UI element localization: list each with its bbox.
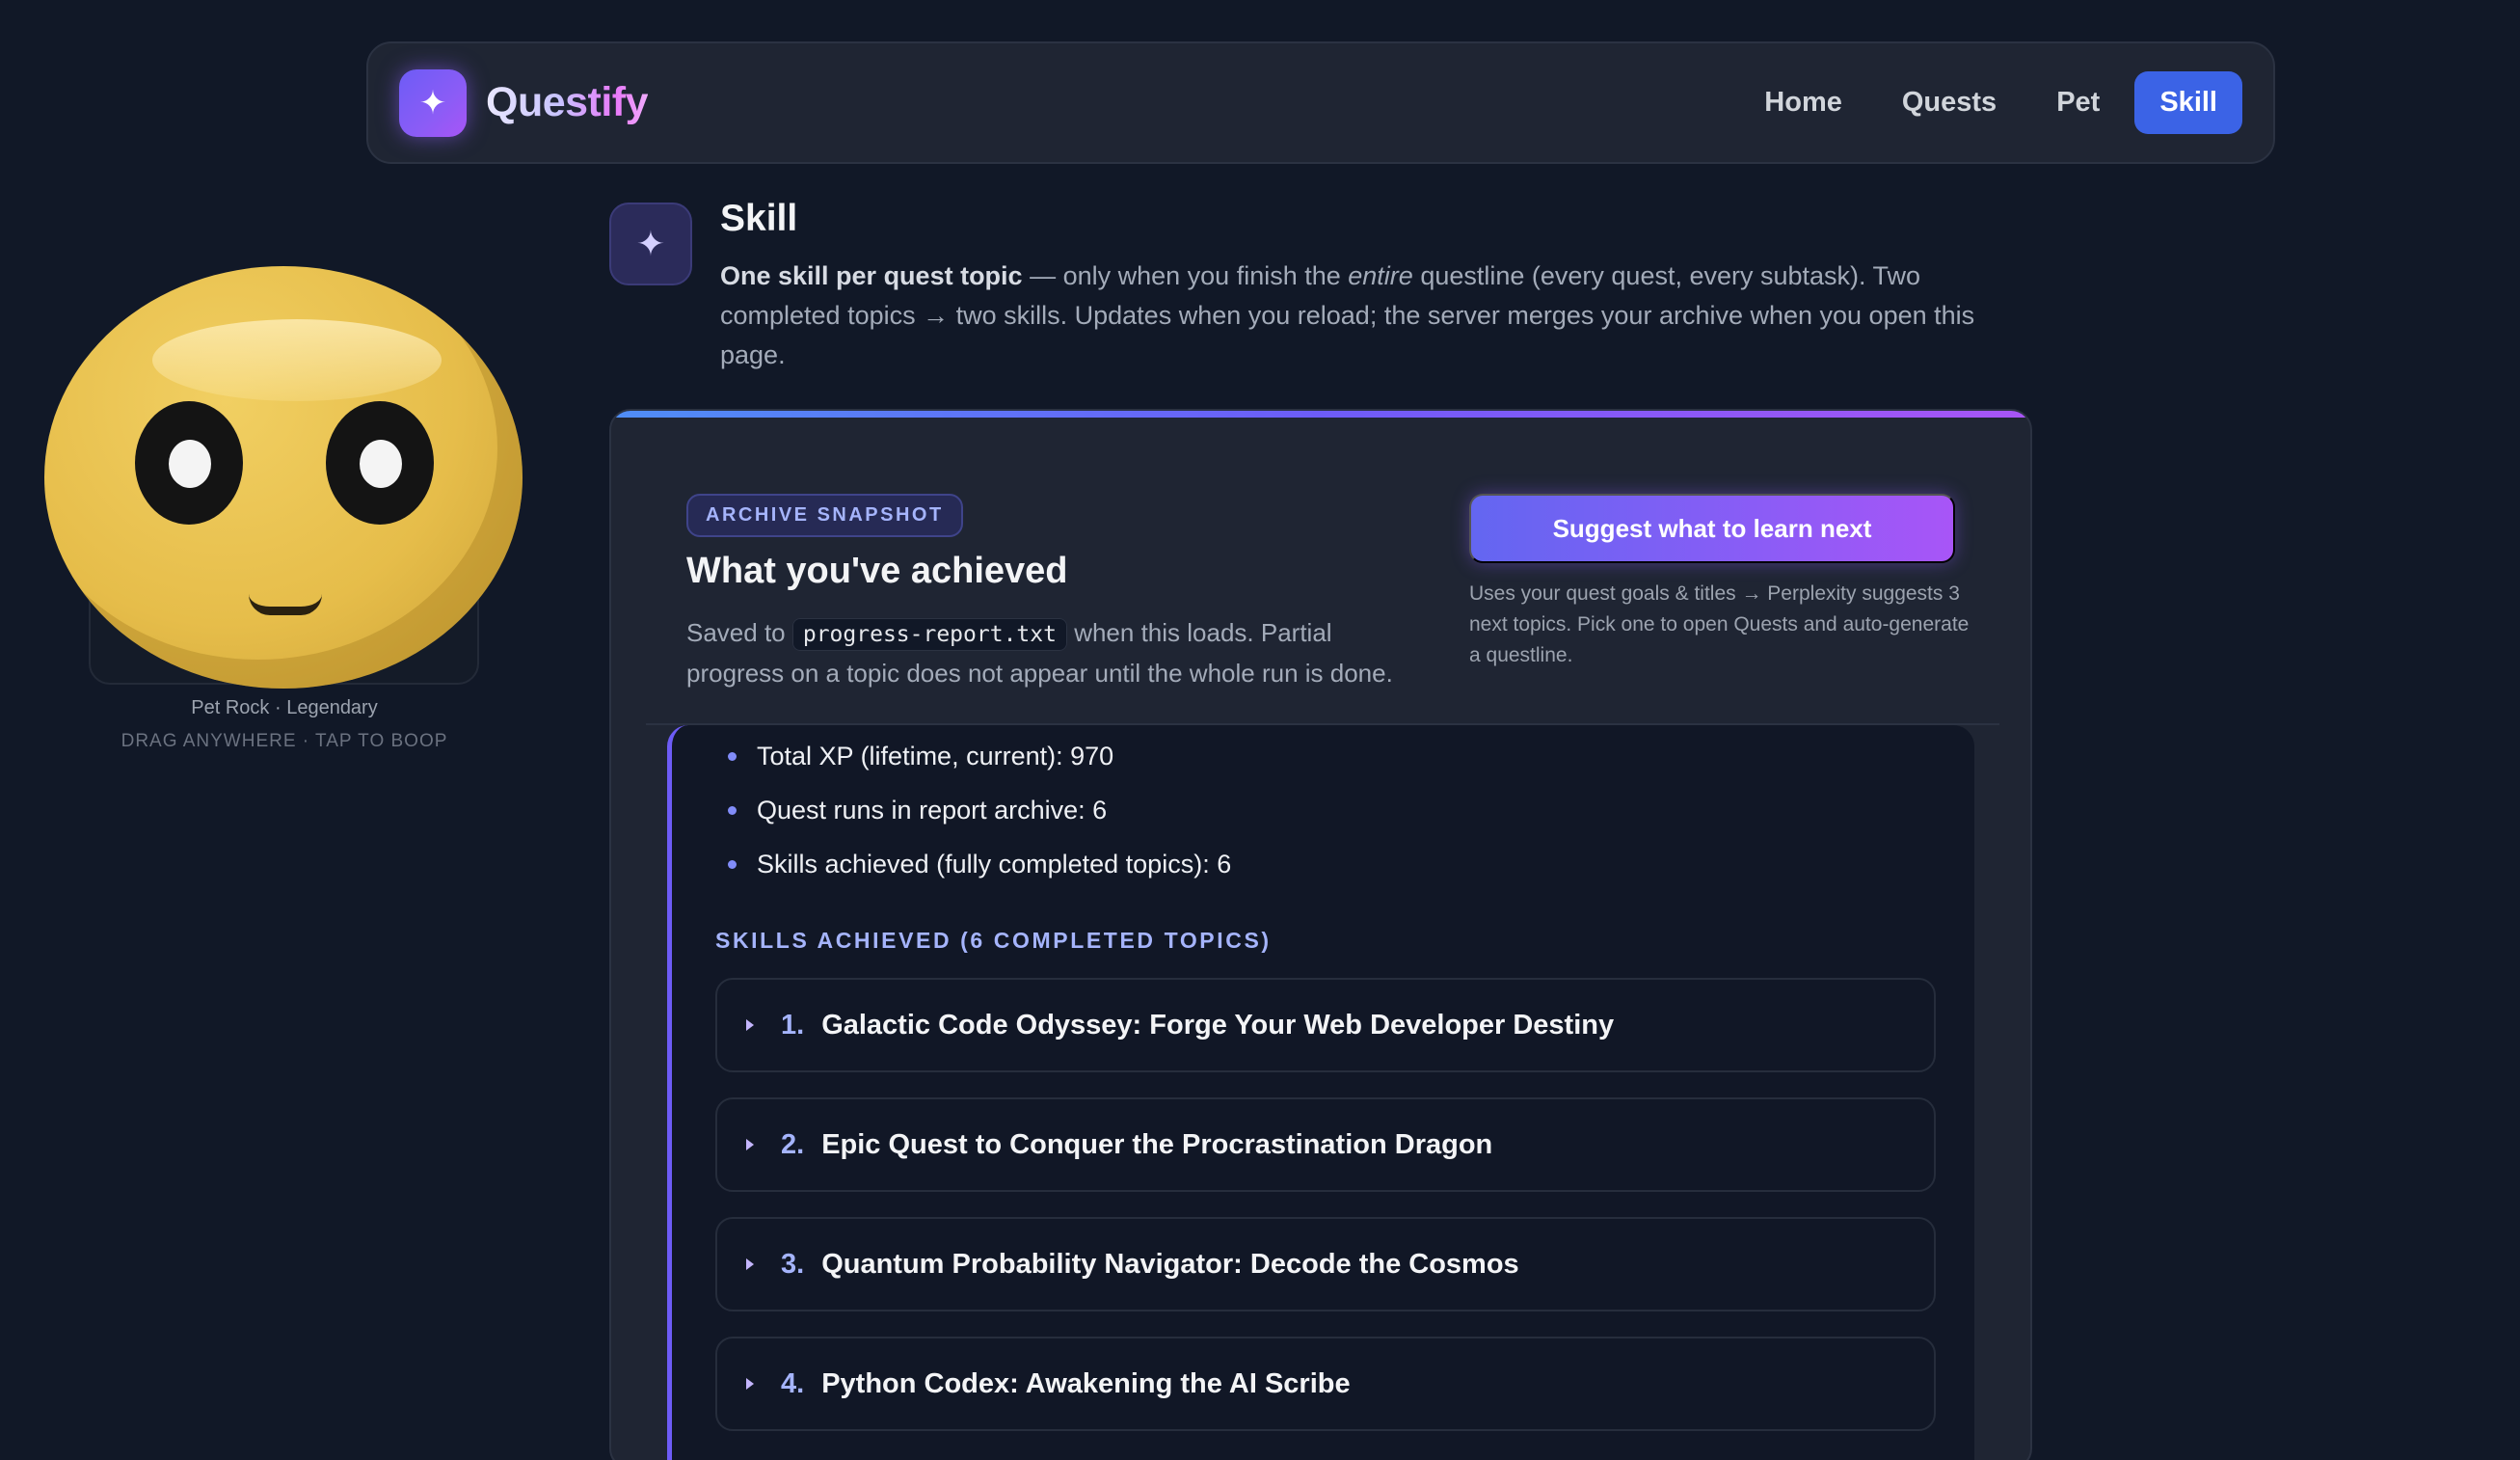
card-description: Saved to progress-report.txt when this l… — [686, 613, 1419, 692]
page-title: Skill — [720, 198, 798, 239]
stat-skills-achieved: Skills achieved (fully completed topics)… — [728, 845, 1231, 899]
sparkle-logo-icon[interactable]: ✦ — [399, 68, 467, 137]
expand-caret-icon — [746, 1019, 754, 1031]
suggest-note: Uses your quest goals & titles → Perplex… — [1469, 582, 1970, 666]
stats-list: Total XP (lifetime, current): 970 Quest … — [728, 737, 1231, 899]
pet-right-eye — [326, 401, 434, 525]
stat-quest-runs: Quest runs in report archive: 6 — [728, 791, 1231, 845]
skill-title: Quantum Probability Navigator: Decode th… — [821, 1248, 1519, 1280]
skill-item[interactable]: 1. Galactic Code Odyssey: Forge Your Web… — [715, 978, 1936, 1072]
expand-caret-icon — [746, 1258, 754, 1270]
card-description-before: Saved to — [686, 618, 792, 647]
archive-snapshot-badge: ARCHIVE SNAPSHOT — [686, 494, 963, 537]
top-nav: ✦ Questify Home Quests Pet Skill — [366, 41, 2275, 164]
pet-caption: Pet Rock · Legendary — [191, 697, 378, 718]
page-description-em: entire — [1348, 261, 1413, 290]
achievements-card: ARCHIVE SNAPSHOT What you've achieved Sa… — [609, 409, 2032, 1460]
card-accent-bar — [611, 411, 2030, 418]
card-title: What you've achieved — [686, 551, 1068, 591]
skill-item[interactable]: 4. Python Codex: Awakening the AI Scribe — [715, 1337, 1936, 1431]
sparkle-icon: ✦ — [609, 203, 692, 285]
nav-link-quests[interactable]: Quests — [1877, 71, 2022, 134]
skills-list: 1. Galactic Code Odyssey: Forge Your Web… — [715, 978, 1936, 1456]
pet-left-eye — [135, 401, 243, 525]
skill-item[interactable]: 2. Epic Quest to Conquer the Procrastina… — [715, 1097, 1936, 1192]
expand-caret-icon — [746, 1378, 754, 1390]
skill-title: Galactic Code Odyssey: Forge Your Web De… — [821, 1009, 1615, 1041]
page-description: One skill per quest topic — only when yo… — [720, 257, 2002, 375]
pet-left-pupil — [169, 440, 211, 488]
nav-link-pet[interactable]: Pet — [2031, 71, 2125, 134]
suggest-next-button[interactable]: Suggest what to learn next — [1469, 494, 1955, 563]
pet-mouth — [249, 594, 322, 615]
expand-caret-icon — [746, 1139, 754, 1150]
skill-title: Epic Quest to Conquer the Procrastinatio… — [821, 1128, 1493, 1160]
nav-link-skill[interactable]: Skill — [2134, 71, 2242, 134]
skill-number: 2. — [781, 1128, 805, 1160]
skill-number: 4. — [781, 1367, 805, 1399]
skill-title: Python Codex: Awakening the AI Scribe — [821, 1367, 1351, 1399]
report-filename: progress-report.txt — [791, 618, 1067, 651]
report-panel: Total XP (lifetime, current): 970 Quest … — [667, 725, 1974, 1460]
nav-link-home[interactable]: Home — [1739, 71, 1867, 134]
pet-rock[interactable] — [44, 266, 523, 689]
page-description-bold: One skill per quest topic — [720, 261, 1023, 290]
skill-number: 3. — [781, 1248, 805, 1280]
skill-number: 1. — [781, 1009, 805, 1041]
stat-total-xp: Total XP (lifetime, current): 970 — [728, 737, 1231, 791]
pet-hint: DRAG ANYWHERE · TAP TO BOOP — [121, 731, 448, 751]
page-description-part1: — only when you finish the — [1022, 261, 1349, 290]
nav-links: Home Quests Pet Skill — [1739, 71, 2242, 134]
pet-right-pupil — [360, 440, 402, 488]
brand-name[interactable]: Questify — [486, 79, 649, 126]
pet-shine — [152, 319, 442, 401]
pet-widget[interactable]: Pet Rock · Legendary DRAG ANYWHERE · TAP… — [39, 258, 530, 760]
skill-item[interactable]: 3. Quantum Probability Navigator: Decode… — [715, 1217, 1936, 1311]
skills-section-label: SKILLS ACHIEVED (6 COMPLETED TOPICS) — [715, 928, 1272, 953]
